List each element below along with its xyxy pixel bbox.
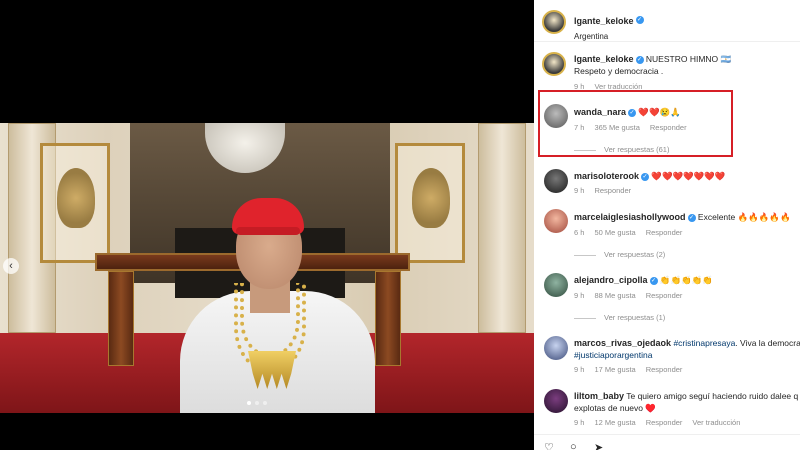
caption-author[interactable]: lgante_keloke xyxy=(574,54,634,64)
comment-text: liltom_baby Te quiero amigo seguí hacien… xyxy=(574,390,800,414)
photo-ornament xyxy=(57,168,95,228)
post-location[interactable]: Argentina xyxy=(574,32,644,41)
comment-time: 7 h xyxy=(574,123,585,132)
carousel-dots xyxy=(247,401,267,405)
avatar[interactable] xyxy=(542,10,566,34)
avatar[interactable] xyxy=(544,209,568,233)
verified-icon: ✓ xyxy=(635,55,644,64)
caption-translate-link[interactable]: Ver traducción xyxy=(594,82,642,91)
photo-ornament xyxy=(412,168,450,228)
comment-time: 6 h xyxy=(574,228,585,237)
comment-meta: 9 h 88 Me gusta Responder xyxy=(574,291,682,300)
comment-text: wanda_nara ✓ ❤️❤️😢🙏 xyxy=(574,106,774,118)
comment-reply-button[interactable]: Responder xyxy=(594,186,631,195)
caption-line2: Respeto y democracia . xyxy=(574,66,664,76)
comment-likes-link[interactable]: 88 Me gusta xyxy=(594,291,635,300)
comment-likes-link[interactable]: 365 Me gusta xyxy=(594,123,639,132)
comment-likes-link[interactable]: 17 Me gusta xyxy=(594,365,635,374)
comment-translate-link[interactable]: Ver traducción xyxy=(692,418,740,427)
verified-icon: ✓ xyxy=(635,15,644,24)
share-icon[interactable]: ➤ xyxy=(594,441,603,450)
comment-meta: 9 h 17 Me gusta Responder xyxy=(574,365,682,374)
comment-likes-link[interactable]: 12 Me gusta xyxy=(594,418,635,427)
carousel-prev-button[interactable]: ‹ xyxy=(3,258,19,274)
comment-time: 9 h xyxy=(574,418,585,427)
comment-body: ❤️❤️😢🙏 xyxy=(638,107,681,117)
comment-author[interactable]: marisoloterook xyxy=(574,171,639,181)
comment-author[interactable]: wanda_nara xyxy=(574,107,626,117)
post-media: ‹ xyxy=(0,0,534,450)
carousel-dot xyxy=(255,401,259,405)
post-action-bar: ♡ ○ ➤ xyxy=(534,434,800,450)
comment-reply-button[interactable]: Responder xyxy=(650,123,687,132)
caption-time: 9 h xyxy=(574,82,585,91)
comment-reply-button[interactable]: Responder xyxy=(646,291,683,300)
comment-time: 9 h xyxy=(574,291,585,300)
verified-icon: ✓ xyxy=(649,276,658,285)
post-photo[interactable] xyxy=(0,123,534,413)
verified-icon: ✓ xyxy=(628,108,637,117)
like-icon[interactable]: ♡ xyxy=(544,441,554,450)
avatar[interactable] xyxy=(544,336,568,360)
comment-body-line2: explotas de nuevo ♥️ xyxy=(574,403,656,413)
avatar[interactable] xyxy=(544,273,568,297)
comment-author[interactable]: marcos_rivas_ojedaok xyxy=(574,338,671,348)
view-replies-button[interactable]: Ver respuestas (2) xyxy=(574,250,665,259)
photo-table-leg xyxy=(375,271,401,366)
view-replies-button[interactable]: Ver respuestas (61) xyxy=(574,145,669,154)
comment-text: marisoloterook ✓ ❤️❤️❤️❤️❤️❤️❤️ xyxy=(574,170,794,182)
comment-time: 9 h xyxy=(574,186,585,195)
carousel-dot xyxy=(263,401,267,405)
comment-body: Excelente 🔥🔥🔥🔥🔥 xyxy=(697,212,791,222)
comment-text: marcelaiglesiashollywood ✓ Excelente 🔥🔥🔥🔥… xyxy=(574,211,799,223)
comment-meta: 9 h Responder xyxy=(574,186,631,195)
comment-body: Te quiero amigo seguí haciendo ruido dal… xyxy=(626,391,799,401)
comment-body: 👏👏👏👏👏 xyxy=(659,275,713,285)
carousel-dot xyxy=(247,401,251,405)
verified-icon: ✓ xyxy=(641,172,650,181)
post-author-block: lgante_keloke ✓ Argentina xyxy=(574,11,644,41)
avatar[interactable] xyxy=(542,52,566,76)
avatar[interactable] xyxy=(544,169,568,193)
photo-table-leg xyxy=(108,271,134,366)
comments-panel: lgante_keloke ✓ Argentina lgante_keloke ✓ … xyxy=(534,0,800,450)
comment-author[interactable]: alejandro_cipolla xyxy=(574,275,648,285)
comment-body: . Viva la democracia xyxy=(735,338,800,348)
comment-body: ❤️❤️❤️❤️❤️❤️❤️ xyxy=(651,171,726,181)
comment-likes-link[interactable]: 50 Me gusta xyxy=(594,228,635,237)
hashtag-link[interactable]: #justiciaporargentina xyxy=(574,350,652,360)
hashtag-link[interactable]: #cristinapresaya xyxy=(673,338,735,348)
caption-meta: 9 h Ver traducción xyxy=(574,82,642,91)
comment-reply-button[interactable]: Responder xyxy=(646,228,683,237)
verified-icon: ✓ xyxy=(687,213,696,222)
comment-author[interactable]: marcelaiglesiashollywood xyxy=(574,212,686,222)
view-replies-button[interactable]: Ver respuestas (1) xyxy=(574,313,665,322)
comment-text: alejandro_cipolla ✓ 👏👏👏👏👏 xyxy=(574,274,794,286)
comment-meta: 9 h 12 Me gusta Responder Ver traducción xyxy=(574,418,740,427)
comment-time: 9 h xyxy=(574,365,585,374)
avatar[interactable] xyxy=(544,104,568,128)
caption-line1: NUESTRO HIMNO 🇦🇷 xyxy=(645,54,732,64)
comment-text: marcos_rivas_ojedaok #cristinapresaya. V… xyxy=(574,337,800,361)
comment-author[interactable]: liltom_baby xyxy=(574,391,624,401)
comment-icon[interactable]: ○ xyxy=(570,441,577,450)
comment-meta: 6 h 50 Me gusta Responder xyxy=(574,228,682,237)
comment-reply-button[interactable]: Responder xyxy=(646,365,683,374)
post-author-username[interactable]: lgante_keloke xyxy=(574,16,634,26)
photo-person-cap-brim xyxy=(236,227,300,235)
comment-reply-button[interactable]: Responder xyxy=(646,418,683,427)
avatar[interactable] xyxy=(544,389,568,413)
photo-pilaster xyxy=(478,123,526,333)
comment-meta: 7 h 365 Me gusta Responder xyxy=(574,123,687,132)
caption-text: lgante_keloke ✓ NUESTRO HIMNO 🇦🇷 Respeto … xyxy=(574,53,794,77)
post-header: lgante_keloke ✓ Argentina xyxy=(534,0,800,42)
